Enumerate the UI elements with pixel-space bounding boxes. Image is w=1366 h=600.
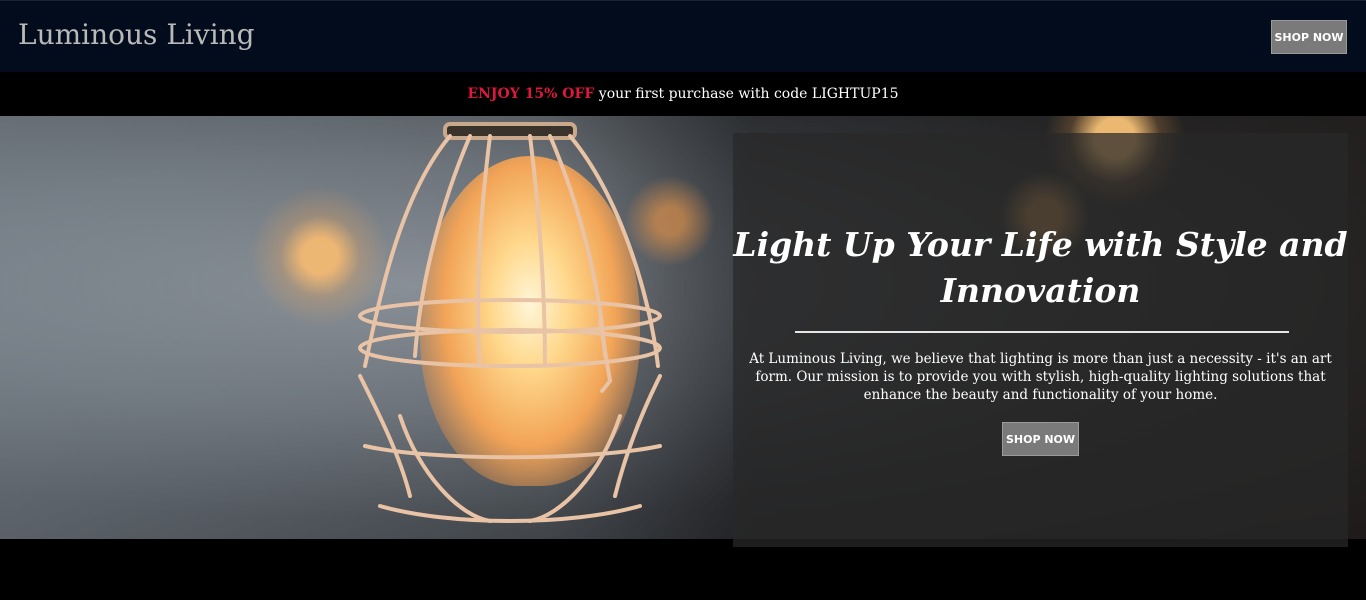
site-header: Luminous Living SHOP NOW [0,0,1366,72]
promo-text: your first purchase with code LIGHTUP15 [594,86,899,102]
brand-logo-text[interactable]: Luminous Living [18,18,255,51]
hero-title: Light Up Your Life with Style and Innova… [733,225,1348,310]
hero-overlay-panel [733,133,1348,547]
promo-accent-text: ENJOY 15% OFF [467,86,595,102]
hero-description: At Luminous Living, we believe that ligh… [749,351,1332,403]
header-shop-now-button[interactable]: SHOP NOW [1271,20,1347,54]
promo-banner: ENJOY 15% OFF your first purchase with c… [0,72,1366,116]
hero-divider [795,331,1289,333]
wire-cage-lamp-image [358,122,662,523]
hero-shop-now-button[interactable]: SHOP NOW [1002,422,1079,456]
